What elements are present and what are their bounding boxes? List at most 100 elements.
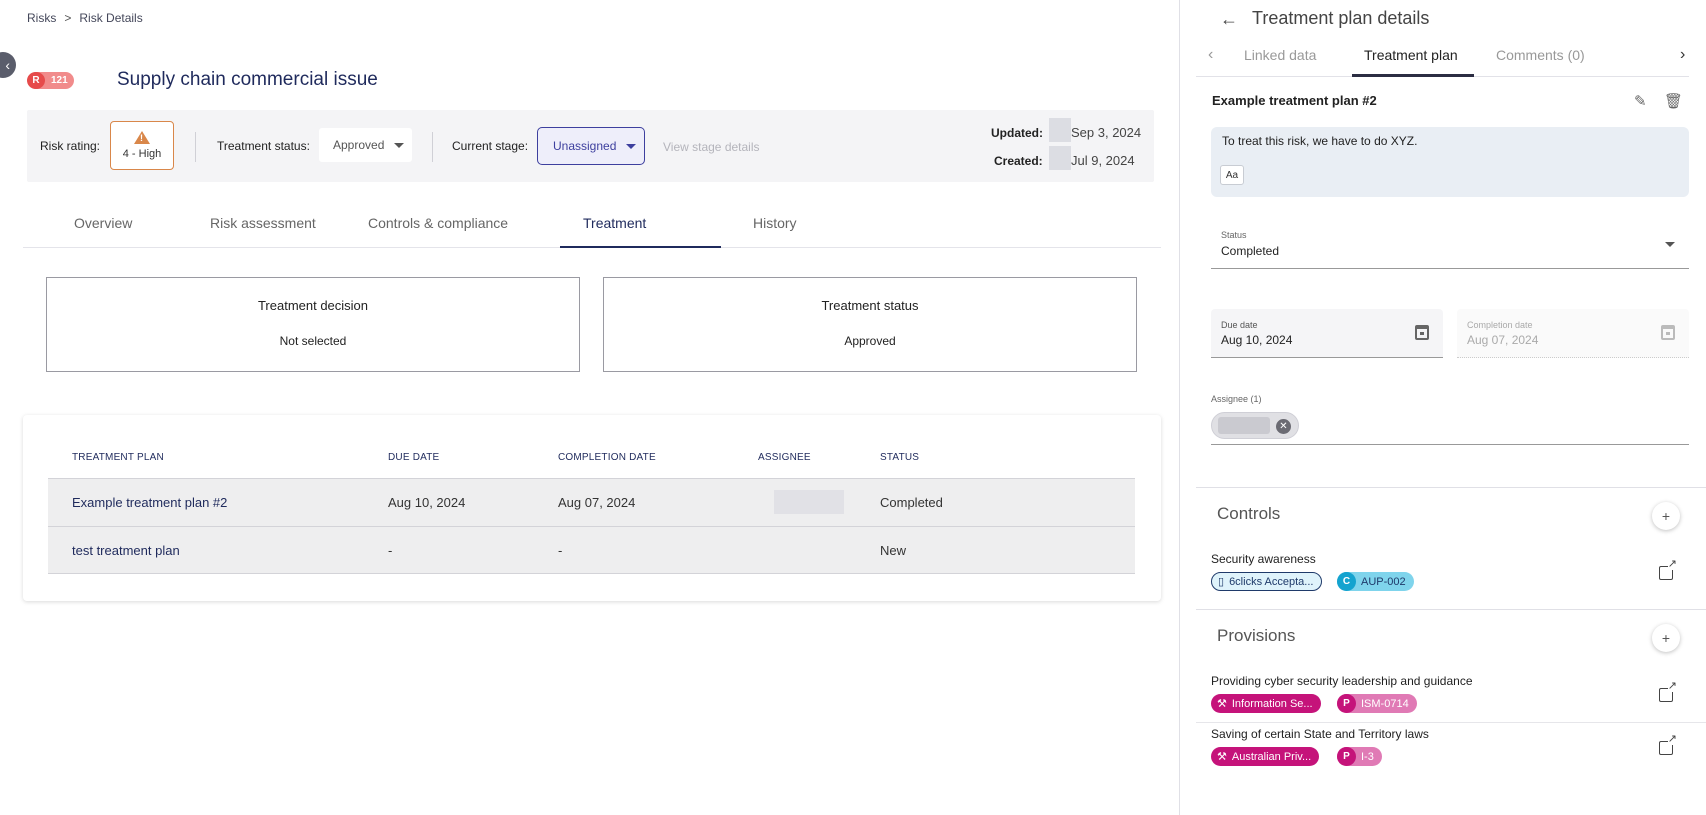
plus-icon: + bbox=[1661, 630, 1671, 646]
provision-id-tag[interactable]: P ISM-0714 bbox=[1337, 694, 1417, 713]
plan-description-editor[interactable]: To treat this risk, we have to do XYZ. A… bbox=[1211, 127, 1689, 197]
panel-title: Treatment plan details bbox=[1252, 8, 1430, 28]
back-arrow-icon[interactable]: ← bbox=[1220, 9, 1238, 30]
treatment-status-card: Treatment status Approved bbox=[603, 277, 1137, 372]
calendar-icon[interactable] bbox=[1415, 325, 1429, 340]
column-header-status: STATUS bbox=[880, 452, 920, 463]
risk-badge-number: 121 bbox=[51, 75, 68, 86]
risk-id-badge: R 121 bbox=[27, 72, 74, 89]
created-value: Jul 9, 2024 bbox=[1071, 153, 1135, 168]
risk-rating-box[interactable]: 4 - High bbox=[110, 121, 174, 170]
regulation-tag[interactable]: ⚒ Information Se... bbox=[1211, 694, 1321, 713]
external-link-icon[interactable] bbox=[1659, 734, 1677, 755]
column-header-due-date: DUE DATE bbox=[388, 452, 440, 463]
treatment-decision-title: Treatment decision bbox=[257, 298, 369, 313]
treatment-decision-card: Treatment decision Not selected bbox=[46, 277, 580, 372]
column-header-assignee: ASSIGNEE bbox=[758, 452, 811, 463]
active-tab-indicator bbox=[1352, 74, 1474, 77]
status-select[interactable]: Status Completed bbox=[1211, 224, 1689, 269]
plan-description: To treat this risk, we have to do XYZ. bbox=[1222, 134, 1418, 148]
add-provision-button[interactable]: + bbox=[1652, 624, 1680, 652]
document-icon: ▯ bbox=[1218, 576, 1225, 588]
breadcrumb-current: Risk Details bbox=[79, 11, 143, 25]
treatment-decision-value: Not selected bbox=[279, 334, 347, 348]
add-control-button[interactable]: + bbox=[1652, 502, 1680, 530]
chevron-left-icon: ‹ bbox=[5, 57, 10, 73]
breadcrumb: Risks > Risk Details bbox=[27, 11, 143, 25]
tab-linked-data[interactable]: Linked data bbox=[1244, 47, 1316, 63]
external-link-icon[interactable] bbox=[1659, 559, 1677, 580]
provision-type-letter: P bbox=[1337, 694, 1356, 713]
calendar-icon bbox=[1661, 325, 1675, 340]
control-type-letter: C bbox=[1337, 572, 1356, 591]
tab-comments[interactable]: Comments (0) bbox=[1496, 47, 1585, 63]
tab-treatment-plan[interactable]: Treatment plan bbox=[1364, 47, 1458, 63]
provision-name: Providing cyber security leadership and … bbox=[1211, 674, 1473, 688]
current-stage-select[interactable]: Unassigned bbox=[537, 127, 645, 165]
tab-treatment[interactable]: Treatment bbox=[583, 215, 646, 231]
collapse-sidebar-button[interactable]: ‹ bbox=[0, 52, 16, 78]
tab-overview[interactable]: Overview bbox=[74, 215, 132, 231]
chevron-left-icon[interactable]: ‹ bbox=[1208, 46, 1213, 64]
row-divider bbox=[1196, 722, 1706, 723]
table-row[interactable]: Example treatment plan #2 Aug 10, 2024 A… bbox=[48, 478, 1135, 526]
plus-icon: + bbox=[1661, 508, 1671, 524]
chevron-right-icon[interactable]: › bbox=[1680, 46, 1685, 64]
control-id-tag[interactable]: C AUP-002 bbox=[1337, 572, 1414, 591]
provision-name: Saving of certain State and Territory la… bbox=[1211, 727, 1429, 741]
risk-status-bar: Risk rating: 4 - High Treatment status: … bbox=[27, 110, 1154, 182]
treatment-status-select[interactable]: Approved bbox=[319, 128, 412, 162]
chevron-down-icon bbox=[626, 143, 637, 149]
pencil-icon[interactable]: ✎ bbox=[1634, 92, 1647, 110]
redacted-assignee bbox=[774, 490, 844, 514]
status-field-value: Completed bbox=[1221, 244, 1280, 258]
due-date-field[interactable]: Due date Aug 10, 2024 bbox=[1211, 309, 1443, 358]
assignee-chip[interactable]: ✕ bbox=[1211, 412, 1299, 439]
external-link-icon[interactable] bbox=[1659, 681, 1677, 702]
provision-id-tag[interactable]: P I-3 bbox=[1337, 747, 1382, 766]
remove-icon[interactable]: ✕ bbox=[1276, 419, 1291, 434]
panel-tabs: ‹ Linked data Treatment plan Comments (0… bbox=[1196, 40, 1689, 77]
page-title: Supply chain commercial issue bbox=[117, 69, 378, 90]
redacted-user bbox=[1049, 146, 1071, 170]
trash-icon[interactable]: 🗑 bbox=[1664, 92, 1683, 110]
due-date-value: Aug 10, 2024 bbox=[1221, 333, 1293, 347]
regulation-label: Australian Priv... bbox=[1231, 750, 1312, 763]
plan-name: Example treatment plan #2 bbox=[1212, 93, 1377, 108]
row-due-date: - bbox=[388, 543, 393, 558]
control-document-tag[interactable]: ▯ 6clicks Accepta... bbox=[1211, 572, 1323, 591]
redacted-user bbox=[1049, 118, 1071, 142]
row-completion-date: Aug 07, 2024 bbox=[558, 495, 636, 510]
tab-controls-compliance[interactable]: Controls & compliance bbox=[368, 215, 508, 231]
breadcrumb-risks-link[interactable]: Risks bbox=[27, 11, 56, 25]
section-divider bbox=[1196, 487, 1706, 488]
chevron-down-icon bbox=[394, 142, 405, 148]
redacted-assignee-name bbox=[1218, 417, 1270, 434]
text-format-button[interactable]: Aa bbox=[1220, 165, 1244, 185]
row-plan-name[interactable]: Example treatment plan #2 bbox=[72, 495, 227, 510]
control-document-label: 6clicks Accepta... bbox=[1229, 575, 1314, 588]
completion-date-field: Completion date Aug 07, 2024 bbox=[1457, 309, 1689, 358]
treatment-status-label: Treatment status: bbox=[217, 139, 310, 153]
treatment-status-value: Approved bbox=[844, 334, 896, 348]
view-stage-details-link[interactable]: View stage details bbox=[663, 140, 760, 154]
section-divider bbox=[1196, 609, 1706, 610]
row-status: Completed bbox=[880, 495, 943, 510]
row-plan-name[interactable]: test treatment plan bbox=[72, 543, 180, 558]
risk-rating-value: 4 - High bbox=[122, 148, 162, 160]
provision-id: ISM-0714 bbox=[1361, 697, 1409, 710]
risk-badge-letter: R bbox=[27, 72, 45, 89]
tab-history[interactable]: History bbox=[753, 215, 797, 231]
completion-date-value: Aug 07, 2024 bbox=[1467, 333, 1539, 347]
assignee-field-underline bbox=[1211, 444, 1689, 445]
status-field-label: Status bbox=[1221, 230, 1247, 240]
due-date-label: Due date bbox=[1221, 320, 1258, 330]
gavel-icon: ⚒ bbox=[1217, 751, 1227, 763]
control-id: AUP-002 bbox=[1361, 575, 1406, 588]
regulation-tag[interactable]: ⚒ Australian Priv... bbox=[1211, 747, 1320, 766]
table-row[interactable]: test treatment plan - - New bbox=[48, 526, 1135, 574]
treatment-status-value: Approved bbox=[333, 138, 385, 152]
provision-id: I-3 bbox=[1361, 750, 1374, 763]
current-stage-label: Current stage: bbox=[452, 139, 529, 153]
tab-risk-assessment[interactable]: Risk assessment bbox=[210, 215, 316, 231]
